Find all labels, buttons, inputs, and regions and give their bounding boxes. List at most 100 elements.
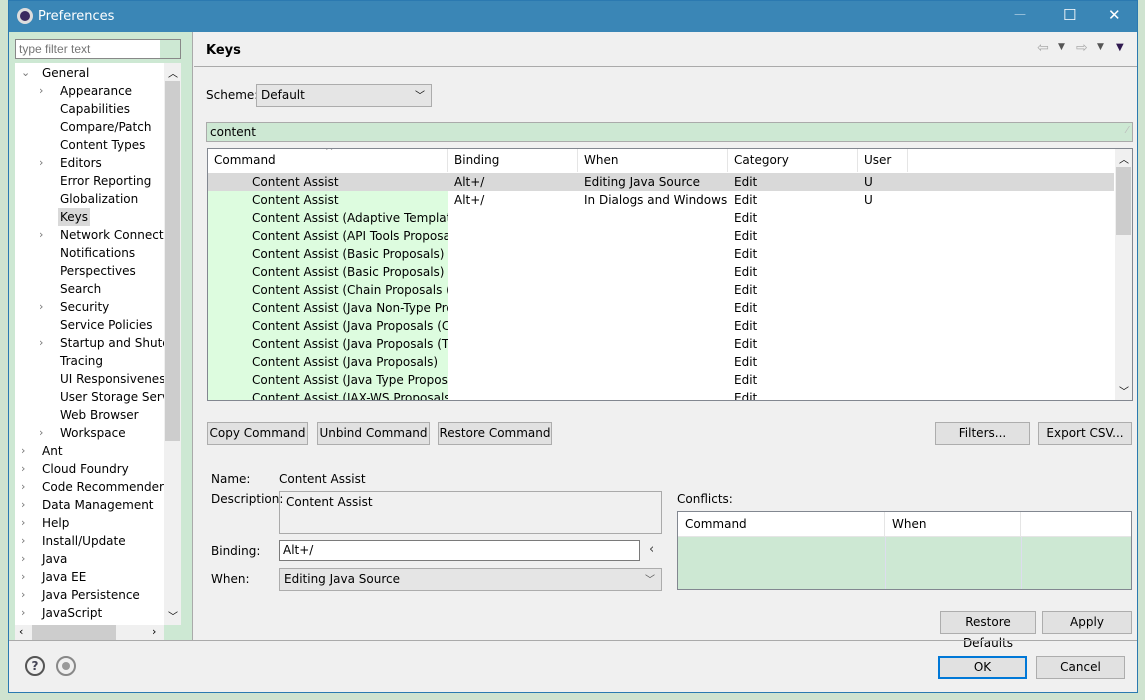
back-icon[interactable]: ⇦ <box>1037 40 1049 56</box>
tree-item[interactable]: Globalization <box>15 190 164 208</box>
table-row[interactable]: Content Assist (Java Proposals (Task-Foc… <box>208 335 1114 353</box>
tree-item[interactable]: Perspectives <box>15 262 164 280</box>
filter-input[interactable] <box>15 39 181 59</box>
scroll-up-icon[interactable]: ︿ <box>1119 151 1129 166</box>
conflicts-col-when[interactable]: When <box>885 512 1021 537</box>
forward-icon[interactable]: ⇨ <box>1076 40 1088 56</box>
table-row[interactable]: Content Assist (Java Type Proposals) Edit <box>208 371 1114 389</box>
tree-horizontal-scrollbar[interactable]: ‹ › <box>15 625 164 641</box>
table-row[interactable]: Content Assist (Java Non-Type Proposals)… <box>208 299 1114 317</box>
table-row[interactable]: Content Assist (Java Proposals (Code Rec… <box>208 317 1114 335</box>
chevron-right-icon[interactable]: › <box>39 334 43 352</box>
export-csv-button[interactable]: Export CSV... <box>1038 422 1132 445</box>
view-menu-icon[interactable]: ▼ <box>1116 42 1124 53</box>
tree-item[interactable]: Web Browser <box>15 406 164 424</box>
ok-button[interactable]: OK <box>938 656 1027 679</box>
tree-item[interactable]: › Java Persistence <box>15 586 164 604</box>
tree-item[interactable]: › Help <box>15 514 164 532</box>
chevron-right-icon[interactable]: › <box>21 460 25 478</box>
binding-menu-icon[interactable]: ‹ <box>649 542 654 557</box>
apply-button[interactable]: Apply <box>1042 611 1132 634</box>
table-row[interactable]: Content Assist (Chain Proposals (Code Re… <box>208 281 1114 299</box>
tree-item[interactable]: › Cloud Foundry <box>15 460 164 478</box>
scheme-select[interactable]: Default ﹀ <box>256 84 432 107</box>
column-header[interactable]: Category <box>728 149 858 172</box>
scroll-thumb[interactable] <box>1116 167 1131 235</box>
description-field[interactable]: Content Assist <box>279 491 662 534</box>
chevron-right-icon[interactable]: › <box>21 604 25 622</box>
chevron-right-icon[interactable]: › <box>21 532 25 550</box>
scroll-down-icon[interactable]: ﹀ <box>1119 383 1129 398</box>
tree-item[interactable]: › Data Management <box>15 496 164 514</box>
chevron-right-icon[interactable]: › <box>21 514 25 532</box>
scroll-down-icon[interactable]: ﹀ <box>168 608 178 623</box>
table-row[interactable]: Content Assist (API Tools Proposals) Edit <box>208 227 1114 245</box>
table-row[interactable]: Content Assist (Adaptive Template Propos… <box>208 209 1114 227</box>
scroll-up-icon[interactable]: ︿ <box>168 65 178 80</box>
chevron-right-icon[interactable]: › <box>21 442 25 460</box>
chevron-right-icon[interactable]: › <box>21 586 25 604</box>
column-header[interactable]: User <box>858 149 908 172</box>
minimize-button[interactable]: — <box>1014 7 1026 21</box>
chevron-down-icon[interactable]: ⌄ <box>21 64 30 82</box>
binding-input[interactable]: Alt+/ <box>279 540 640 561</box>
table-row[interactable]: Content Assist Alt+/ Editing Java Source Ed… <box>208 173 1114 191</box>
chevron-right-icon[interactable]: › <box>21 496 25 514</box>
scroll-right-icon[interactable]: › <box>152 625 156 638</box>
command-filter-input[interactable]: content ⁄ <box>206 122 1133 142</box>
tree-item[interactable]: › Appearance <box>15 82 164 100</box>
chevron-right-icon[interactable]: › <box>39 298 43 316</box>
tree-item[interactable]: › Editors <box>15 154 164 172</box>
back-menu-icon[interactable]: ▼ <box>1058 42 1065 52</box>
cancel-button[interactable]: Cancel <box>1036 656 1125 679</box>
tree-item[interactable]: Tracing <box>15 352 164 370</box>
tree-item[interactable]: › Startup and Shutdown <box>15 334 164 352</box>
scroll-left-icon[interactable]: ‹ <box>19 625 23 638</box>
record-icon[interactable] <box>56 656 76 676</box>
tree-item[interactable]: ⌄ General <box>15 64 164 82</box>
column-header[interactable]: Binding <box>448 149 578 172</box>
copy-command-button[interactable]: Copy Command <box>207 422 308 445</box>
tree-item[interactable]: UI Responsiveness Monitoring <box>15 370 164 388</box>
tree-item[interactable]: › Install/Update <box>15 532 164 550</box>
column-header[interactable]: When <box>578 149 728 172</box>
tree-item[interactable]: › Network Connections <box>15 226 164 244</box>
chevron-right-icon[interactable]: › <box>21 478 25 496</box>
tree-item[interactable]: › JavaScript <box>15 604 164 622</box>
tree-item[interactable]: Compare/Patch <box>15 118 164 136</box>
restore-command-button[interactable]: Restore Command <box>438 422 552 445</box>
hscroll-thumb[interactable] <box>32 625 116 641</box>
tree-item[interactable]: User Storage Service <box>15 388 164 406</box>
restore-defaults-button[interactable]: Restore Defaults <box>940 611 1036 650</box>
clear-filter-icon[interactable]: ⁄ <box>1126 125 1128 136</box>
table-row[interactable]: Content Assist (Basic Proposals) Edit <box>208 263 1114 281</box>
table-row[interactable]: Content Assist (Java Proposals) Edit <box>208 353 1114 371</box>
tree-item[interactable]: Service Policies <box>15 316 164 334</box>
table-row[interactable]: Content Assist (JAX-WS Proposals) Edit <box>208 389 1114 400</box>
conflicts-col-command[interactable]: Command <box>678 512 885 537</box>
chevron-right-icon[interactable]: › <box>39 424 43 442</box>
table-row[interactable]: Content Assist Alt+/ In Dialogs and Window… <box>208 191 1114 209</box>
tree-item[interactable]: › Security <box>15 298 164 316</box>
maximize-button[interactable]: ☐ <box>1063 6 1076 24</box>
tree-item[interactable]: Error Reporting <box>15 172 164 190</box>
when-select[interactable]: Editing Java Source ﹀ <box>279 568 662 591</box>
unbind-command-button[interactable]: Unbind Command <box>317 422 430 445</box>
tree-item[interactable]: › Java EE <box>15 568 164 586</box>
chevron-right-icon[interactable]: › <box>21 550 25 568</box>
tree-item[interactable]: › Workspace <box>15 424 164 442</box>
tree-item[interactable]: › Java <box>15 550 164 568</box>
tree-item[interactable]: Notifications <box>15 244 164 262</box>
tree-item[interactable]: › Ant <box>15 442 164 460</box>
chevron-right-icon[interactable]: › <box>39 226 43 244</box>
chevron-right-icon[interactable]: › <box>39 82 43 100</box>
help-icon[interactable]: ? <box>25 656 45 676</box>
tree-item[interactable]: Content Types <box>15 136 164 154</box>
tree-item[interactable]: Capabilities <box>15 100 164 118</box>
forward-menu-icon[interactable]: ▼ <box>1097 42 1104 52</box>
scroll-thumb[interactable] <box>165 81 180 441</box>
tree-item[interactable]: Keys <box>15 208 164 226</box>
tree-item[interactable]: Search <box>15 280 164 298</box>
close-button[interactable]: ✕ <box>1108 6 1121 24</box>
table-row[interactable]: Content Assist (Basic Proposals) Edit <box>208 245 1114 263</box>
